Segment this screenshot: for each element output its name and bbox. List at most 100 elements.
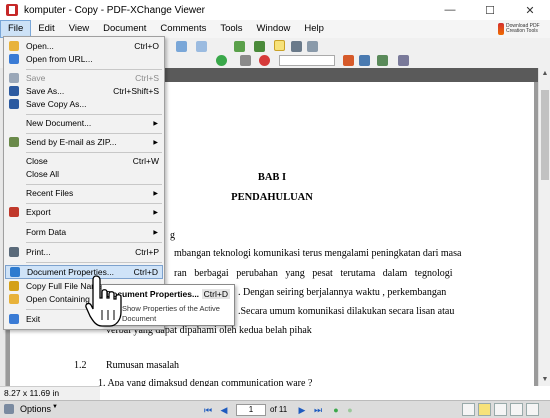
print-icon <box>9 247 19 257</box>
menu-print[interactable]: Print... Ctrl+P <box>5 245 163 259</box>
find-icon[interactable] <box>343 55 354 66</box>
menu-label: Save <box>26 73 46 83</box>
menu-label: Exit <box>26 314 41 324</box>
scroll-down-icon[interactable]: ▼ <box>539 374 550 386</box>
menu-shortcut: Ctrl+W <box>132 156 159 166</box>
paragraph-fragment: g <box>170 230 175 241</box>
add-icon[interactable] <box>216 55 227 66</box>
options-menu[interactable]: Options <box>20 404 51 414</box>
save-icon <box>9 73 19 83</box>
menu-separator <box>26 69 162 70</box>
facing-view-icon[interactable] <box>494 403 507 416</box>
tooltip-shortcut: Ctrl+D <box>201 289 230 299</box>
minimize-button[interactable]: — <box>430 0 470 20</box>
split-view-icon[interactable] <box>526 403 539 416</box>
menu-separator <box>26 114 162 115</box>
typewriter-icon[interactable] <box>240 55 251 66</box>
submenu-arrow-icon: ▶ <box>153 120 158 127</box>
save-as-icon <box>9 86 19 96</box>
menu-separator <box>26 222 162 223</box>
submenu-arrow-icon: ▶ <box>153 190 158 197</box>
menu-separator <box>26 152 162 153</box>
continuous-view-icon[interactable] <box>478 403 491 416</box>
bookmarks-icon[interactable] <box>377 55 388 66</box>
menu-shortcut: Ctrl+Shift+S <box>113 86 159 96</box>
menu-help[interactable]: Help <box>297 20 331 38</box>
menu-label: Close All <box>26 169 60 179</box>
page-total: of 11 <box>270 405 288 414</box>
zoom-tool-icon[interactable] <box>291 41 302 52</box>
search-icon[interactable] <box>359 55 370 66</box>
menu-send-email-zip[interactable]: Send by E-mail as ZIP... ▶ <box>5 135 163 149</box>
first-page-icon[interactable]: ⏮ <box>202 404 214 416</box>
app-icon <box>6 4 18 16</box>
menu-open-from-url[interactable]: Open from URL... <box>5 52 163 66</box>
menu-save-as[interactable]: Save As... Ctrl+Shift+S <box>5 84 163 98</box>
exit-icon <box>9 314 19 324</box>
menu-open[interactable]: Open... Ctrl+O <box>5 39 163 53</box>
zoom-combo[interactable] <box>279 55 335 66</box>
menu-label: Save Copy As... <box>26 99 87 109</box>
menu-export[interactable]: Export ▶ <box>5 205 163 219</box>
menu-recent-files[interactable]: Recent Files ▶ <box>5 186 163 200</box>
paragraph-line-2: ran berbagai perubahan yang pesat teruta… <box>174 268 453 279</box>
stamp-icon[interactable] <box>259 55 270 66</box>
current-page-input[interactable]: 1 <box>236 404 266 416</box>
scroll-up-icon[interactable]: ▲ <box>539 68 550 80</box>
menu-label: Send by E-mail as ZIP... <box>26 137 117 147</box>
menu-separator <box>26 133 162 134</box>
page-size-label: 8.27 x 11.69 in <box>0 386 100 400</box>
menu-save: Save Ctrl+S <box>5 71 163 85</box>
menu-shortcut: Ctrl+S <box>135 73 159 83</box>
previous-page-icon[interactable]: ◀ <box>218 404 230 416</box>
menu-separator <box>26 242 162 243</box>
hand-tool-icon[interactable] <box>274 40 285 51</box>
options-icon[interactable] <box>4 404 14 414</box>
menu-label: Open from URL... <box>26 54 93 64</box>
next-page-icon[interactable]: ▶ <box>296 404 308 416</box>
scrollbar-thumb[interactable] <box>541 90 549 180</box>
menu-label: Open... <box>26 41 54 51</box>
menu-shortcut: Ctrl+O <box>134 41 159 51</box>
hand-cursor-icon <box>85 275 122 327</box>
options-icon[interactable] <box>398 55 409 66</box>
menu-window[interactable]: Window <box>250 20 298 38</box>
document-properties-icon <box>10 267 20 277</box>
section-title: Rumusan masalah <box>106 360 180 371</box>
pdf-logo-icon <box>498 23 504 35</box>
back-icon[interactable]: ● <box>330 404 342 416</box>
open-folder-icon <box>9 294 19 304</box>
submenu-arrow-icon: ▶ <box>153 209 158 216</box>
maximize-button[interactable]: ☐ <box>470 0 510 20</box>
menu-close-all[interactable]: Close All <box>5 167 163 181</box>
menu-label: New Document... <box>26 118 92 128</box>
menu-label: Save As... <box>26 86 65 96</box>
redo-icon[interactable] <box>196 41 207 52</box>
last-page-icon[interactable]: ⏭ <box>312 404 324 416</box>
forward-icon[interactable]: ● <box>344 404 356 416</box>
menu-label: Close <box>26 156 48 166</box>
menu-close[interactable]: Close Ctrl+W <box>5 154 163 168</box>
view-tool-icon[interactable] <box>307 41 318 52</box>
menu-shortcut: Ctrl+D <box>133 267 158 277</box>
menu-save-copy-as[interactable]: Save Copy As... <box>5 97 163 111</box>
menu-separator <box>26 203 162 204</box>
question-1: 1. Apa yang dimaksud dengan communicatio… <box>98 378 313 386</box>
menu-form-data[interactable]: Form Data ▶ <box>5 225 163 239</box>
download-pdf-tools-button[interactable]: Download PDF Creation Tools <box>498 21 546 37</box>
undo-icon[interactable] <box>176 41 187 52</box>
folder-open-icon <box>9 41 19 51</box>
chevron-down-icon[interactable]: ▼ <box>52 404 58 410</box>
vertical-scrollbar[interactable]: ▲ ▼ <box>538 68 550 386</box>
menu-label: Recent Files <box>26 188 74 198</box>
close-window-button[interactable]: ✕ <box>510 0 550 20</box>
menu-label: Print... <box>26 247 51 257</box>
select-text-icon[interactable] <box>254 41 265 52</box>
menu-new-document[interactable]: New Document... ▶ <box>5 116 163 130</box>
menu-tools[interactable]: Tools <box>213 20 249 38</box>
title-bar: komputer - Copy - PDF-XChange Viewer — ☐… <box>0 0 550 20</box>
single-page-view-icon[interactable] <box>462 403 475 416</box>
tooltip-description: Show Properties of the Active Document <box>122 304 220 323</box>
continuous-facing-view-icon[interactable] <box>510 403 523 416</box>
snapshot-icon[interactable] <box>234 41 245 52</box>
